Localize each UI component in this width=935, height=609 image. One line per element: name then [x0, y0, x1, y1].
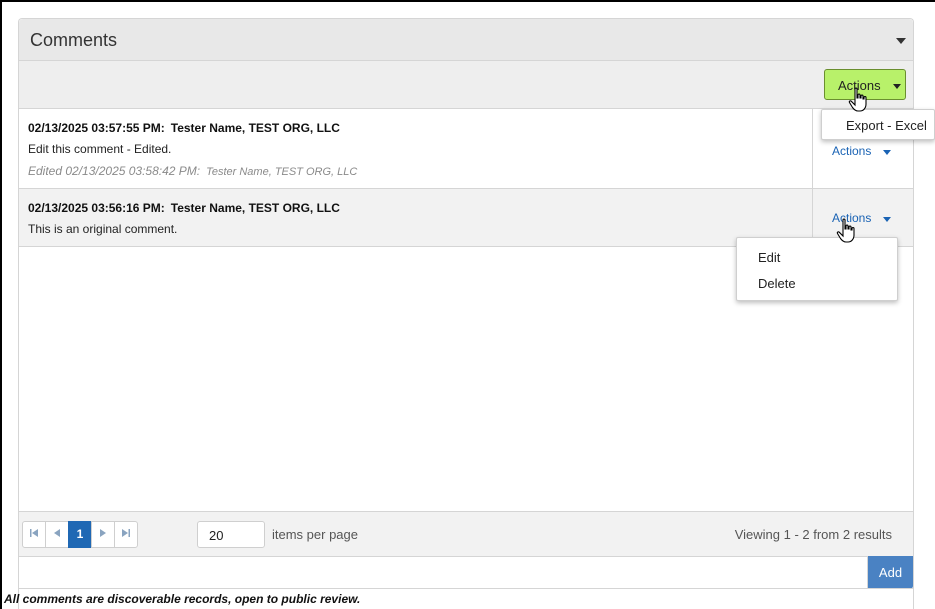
menu-item-export-excel[interactable]: Export - Excel — [846, 118, 927, 133]
comment-author: Tester Name, TEST ORG, LLC — [170, 121, 340, 135]
caret-down-icon — [883, 150, 891, 155]
public-record-disclaimer: All comments are discoverable records, o… — [4, 592, 361, 606]
new-comment-input[interactable] — [19, 557, 868, 589]
comment-timestamp: 02/13/2025 03:56:16 PM: — [28, 201, 165, 215]
panel-header[interactable]: Comments — [19, 19, 913, 61]
comment-edited-note: Edited 02/13/2025 03:58:42 PM: Tester Nam… — [28, 164, 357, 178]
row-actions-dropdown-menu: Edit Delete — [736, 237, 898, 301]
comment-timestamp: 02/13/2025 03:57:55 PM: — [28, 121, 165, 135]
menu-item-delete[interactable]: Delete — [758, 276, 796, 291]
table-row: 02/13/2025 03:57:55 PM: Tester Name, TEST… — [19, 109, 913, 189]
comment-author: Tester Name, TEST ORG, LLC — [170, 201, 340, 215]
page-size-input[interactable]: 20 — [197, 521, 265, 548]
comments-panel: Comments Actions 02/13/2025 03:57:55 PM:… — [18, 18, 914, 609]
comment-meta: 02/13/2025 03:57:55 PM: Tester Name, TEST… — [28, 121, 340, 135]
actions-dropdown-menu: Export - Excel — [821, 109, 935, 140]
last-page-icon[interactable] — [114, 521, 138, 548]
row-actions-label: Actions — [832, 144, 872, 158]
column-divider — [812, 109, 813, 188]
hand-cursor-icon — [848, 87, 867, 112]
chevron-down-icon[interactable] — [891, 30, 909, 50]
edited-author: Tester Name, TEST ORG, LLC — [206, 166, 358, 178]
comment-meta: 02/13/2025 03:56:16 PM: Tester Name, TEST… — [28, 201, 340, 215]
hand-cursor-icon — [836, 218, 855, 243]
current-page-button[interactable]: 1 — [68, 521, 92, 548]
next-page-icon[interactable] — [91, 521, 115, 548]
divider — [18, 588, 914, 589]
pager: 1 20 items per page Viewing 1 - 2 from 2… — [19, 511, 913, 557]
previous-page-icon[interactable] — [45, 521, 69, 548]
menu-item-edit[interactable]: Edit — [758, 250, 780, 265]
results-summary: Viewing 1 - 2 from 2 results — [734, 527, 892, 542]
caret-down-icon — [883, 217, 891, 222]
first-page-icon[interactable] — [22, 521, 46, 548]
comment-text: Edit this comment - Edited. — [28, 142, 172, 156]
panel-title: Comments — [30, 30, 118, 50]
row-actions-link[interactable]: Actions — [832, 144, 891, 158]
add-button[interactable]: Add — [868, 556, 913, 589]
caret-down-icon — [893, 84, 901, 89]
page-size-label: items per page — [272, 527, 358, 542]
grid-toolbar: Actions — [19, 61, 913, 109]
edited-prefix: Edited 02/13/2025 03:58:42 PM: — [28, 164, 201, 178]
comment-text: This is an original comment. — [28, 222, 178, 236]
